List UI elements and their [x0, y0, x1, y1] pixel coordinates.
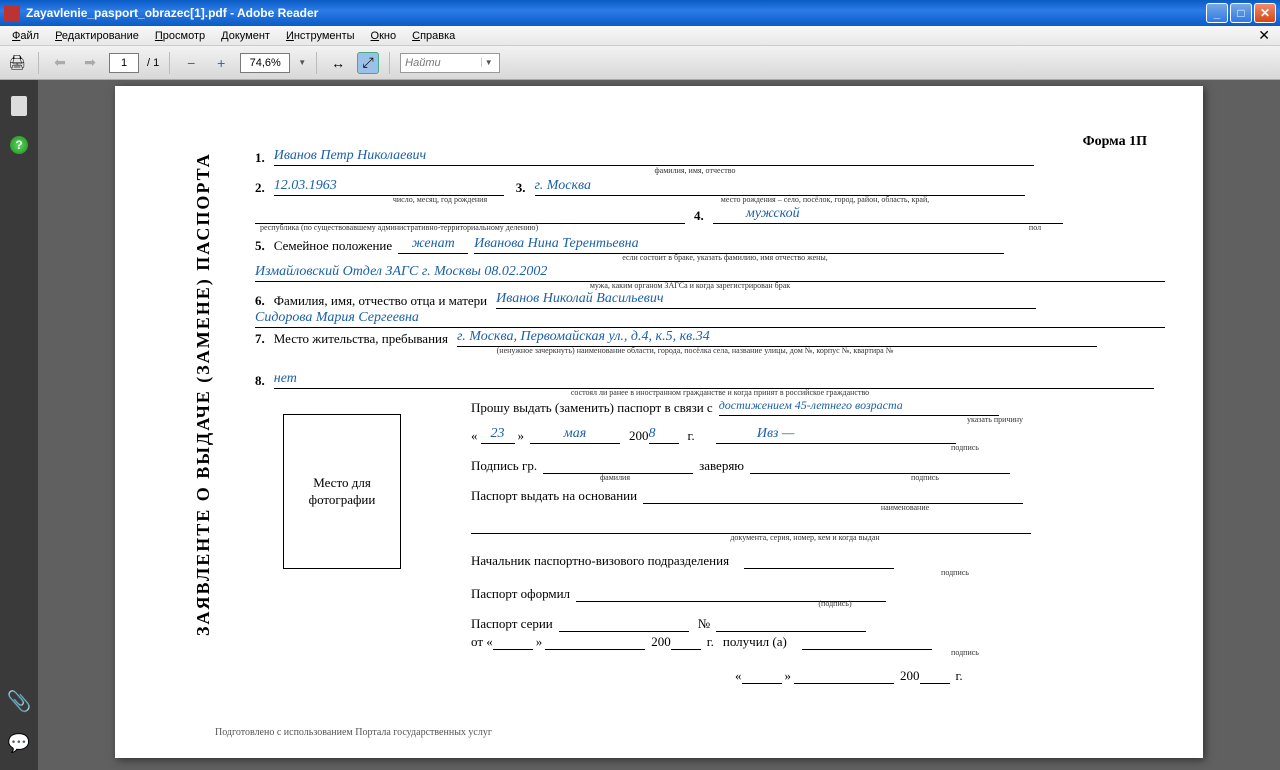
field-6-num: 6. — [255, 293, 265, 308]
label-addr: Место жительства, пребывания — [274, 331, 448, 346]
attachments-icon[interactable]: 📎 — [8, 690, 30, 712]
field-3-num: 3. — [516, 180, 526, 195]
comments-icon[interactable]: 💬 — [8, 732, 30, 754]
field-sex: мужской — [713, 206, 833, 224]
label-from: от « — [471, 634, 493, 649]
fit-page-icon[interactable]: ⤢ — [357, 52, 379, 74]
hint-docinfo: документа, серия, номер, кем и когда выд… — [675, 533, 935, 542]
field-8-num: 8. — [255, 373, 265, 388]
prev-page-icon[interactable]: ⬅ — [49, 52, 71, 74]
field-year: 8 — [649, 426, 679, 444]
hint-sign2: подпись — [885, 473, 965, 482]
find-input[interactable] — [401, 57, 481, 69]
field-addr: г. Москва, Первомайская ул., д.4, к.5, к… — [457, 329, 937, 347]
label-parents: Фамилия, имя, отчество отца и матери — [274, 293, 487, 308]
print-icon[interactable]: 🖨 — [6, 52, 28, 74]
label-marital: Семейное положение — [274, 238, 392, 253]
menu-file[interactable]: Файл — [4, 28, 47, 44]
menu-document[interactable]: Документ — [213, 28, 278, 44]
zoom-dropdown-icon[interactable]: ▼ — [298, 58, 306, 67]
zoom-in-icon[interactable]: + — [210, 52, 232, 74]
hint-sign4: подпись — [925, 648, 1005, 657]
next-page-icon[interactable]: ➡ — [79, 52, 101, 74]
hint-zags: мужа, каким органом ЗАГСа и когда зареги… — [515, 281, 865, 290]
menu-close-icon[interactable]: ✕ — [1252, 27, 1276, 44]
label-sig: Подпись гр. — [471, 458, 537, 473]
menu-view[interactable]: Просмотр — [147, 28, 213, 44]
label-numsign: № — [698, 616, 710, 631]
hint-surname: фамилия — [575, 473, 655, 482]
label-issued: Паспорт оформил — [471, 586, 570, 601]
hint-addr: (ненужное зачеркнуть) наименование облас… — [405, 346, 985, 355]
document-area[interactable]: Форма 1П ЗАЯВЛЕНТЕ О ВЫДАЧЕ (ЗАМЕНЕ) ПАС… — [38, 80, 1280, 770]
menu-tools[interactable]: Инструменты — [278, 28, 363, 44]
hint-sign3: подпись — [915, 568, 995, 577]
field-signature: Ивз — — [716, 426, 836, 444]
fit-width-icon[interactable]: ↔ — [327, 52, 349, 74]
field-mother: Сидорова Мария Сергеевна — [255, 310, 555, 328]
label-basis: Паспорт выдать на основании — [471, 488, 637, 503]
label-recv: получил (а) — [723, 634, 787, 649]
menu-help[interactable]: Справка — [404, 28, 463, 44]
zoom-input[interactable] — [240, 53, 290, 73]
hint-spouse: если состоит в браке, указать фамилию, и… — [555, 253, 895, 262]
field-marital: женат — [398, 236, 468, 254]
hint-basis: наименование — [845, 503, 965, 512]
menu-edit[interactable]: Редактирование — [47, 28, 147, 44]
page-input[interactable] — [109, 53, 139, 73]
find-dropdown-icon[interactable]: ▼ — [481, 58, 495, 67]
hint-sex: пол — [995, 223, 1075, 232]
menubar: Файл Редактирование Просмотр Документ Ин… — [0, 26, 1280, 46]
vertical-title: ЗАЯВЛЕНТЕ О ВЫДАЧЕ (ЗАМЕНЕ) ПАСПОРТА — [193, 80, 214, 216]
field-father: Иванов Николай Васильевич — [496, 291, 836, 309]
field-pob: г. Москва — [535, 178, 655, 196]
doc-footer: Подготовлено с использованием Портала го… — [215, 727, 492, 738]
pages-panel-icon[interactable] — [11, 96, 27, 116]
field-1-num: 1. — [255, 150, 265, 165]
find-box[interactable]: ▼ — [400, 53, 500, 73]
field-4-num: 4. — [694, 208, 704, 223]
hint-sign1: подпись — [915, 443, 1015, 452]
hint-reason: указать причину — [935, 415, 1055, 424]
hint-fio: фамилия, имя, отчество — [595, 166, 795, 175]
label-series: Паспорт серии — [471, 616, 553, 631]
field-month: мая — [530, 426, 620, 444]
field-dob: 12.03.1963 — [274, 178, 504, 196]
field-zags: Измайловский Отдел ЗАГС г. Москвы 08.02.… — [255, 264, 795, 282]
window-title: Zayavlenie_pasport_obrazec[1].pdf - Adob… — [26, 6, 1206, 20]
sidebar: ? 📎 💬 — [0, 80, 38, 770]
field-fio: Иванов Петр Николаевич — [274, 148, 594, 166]
window-titlebar: Zayavlenie_pasport_obrazec[1].pdf - Adob… — [0, 0, 1280, 26]
pdf-page: Форма 1П ЗАЯВЛЕНТЕ О ВЫДАЧЕ (ЗАМЕНЕ) ПАС… — [115, 86, 1203, 758]
hint-sig-paren: (подпись) — [795, 599, 875, 608]
maximize-button[interactable]: □ — [1230, 3, 1252, 23]
menu-window[interactable]: Окно — [363, 28, 405, 44]
minimize-button[interactable]: _ — [1206, 3, 1228, 23]
label-cert: заверяю — [699, 458, 744, 473]
hint-prevcit: состоял ли ранее в иностранном гражданст… — [495, 388, 945, 397]
toolbar: 🖨 ⬅ ➡ / 1 − + ▼ ↔ ⤢ ▼ — [0, 46, 1280, 80]
hint-rep: республика (по существовавшему администр… — [260, 223, 660, 232]
field-7-num: 7. — [255, 331, 265, 346]
field-5-num: 5. — [255, 238, 265, 253]
zoom-out-icon[interactable]: − — [180, 52, 202, 74]
field-2-num: 2. — [255, 180, 265, 195]
field-spouse: Иванова Нина Терентьевна — [474, 236, 794, 254]
help-panel-icon[interactable]: ? — [10, 136, 28, 154]
hint-pob: место рождения – село, посёлок, город, р… — [645, 195, 1005, 204]
photo-box: Место для фотографии — [283, 414, 401, 569]
hint-dob: число, месяц, год рождения — [355, 195, 525, 204]
close-button[interactable]: ✕ — [1254, 3, 1276, 23]
field-prevcit: нет — [274, 371, 334, 389]
field-day: 23 — [481, 426, 515, 444]
field-reason: достижением 45-летнего возраста — [719, 398, 999, 416]
page-total: / 1 — [147, 57, 159, 69]
app-icon — [4, 5, 20, 21]
label-request: Прошу выдать (заменить) паспорт в связи … — [471, 400, 713, 415]
label-chief: Начальник паспортно-визового подразделен… — [471, 553, 729, 568]
